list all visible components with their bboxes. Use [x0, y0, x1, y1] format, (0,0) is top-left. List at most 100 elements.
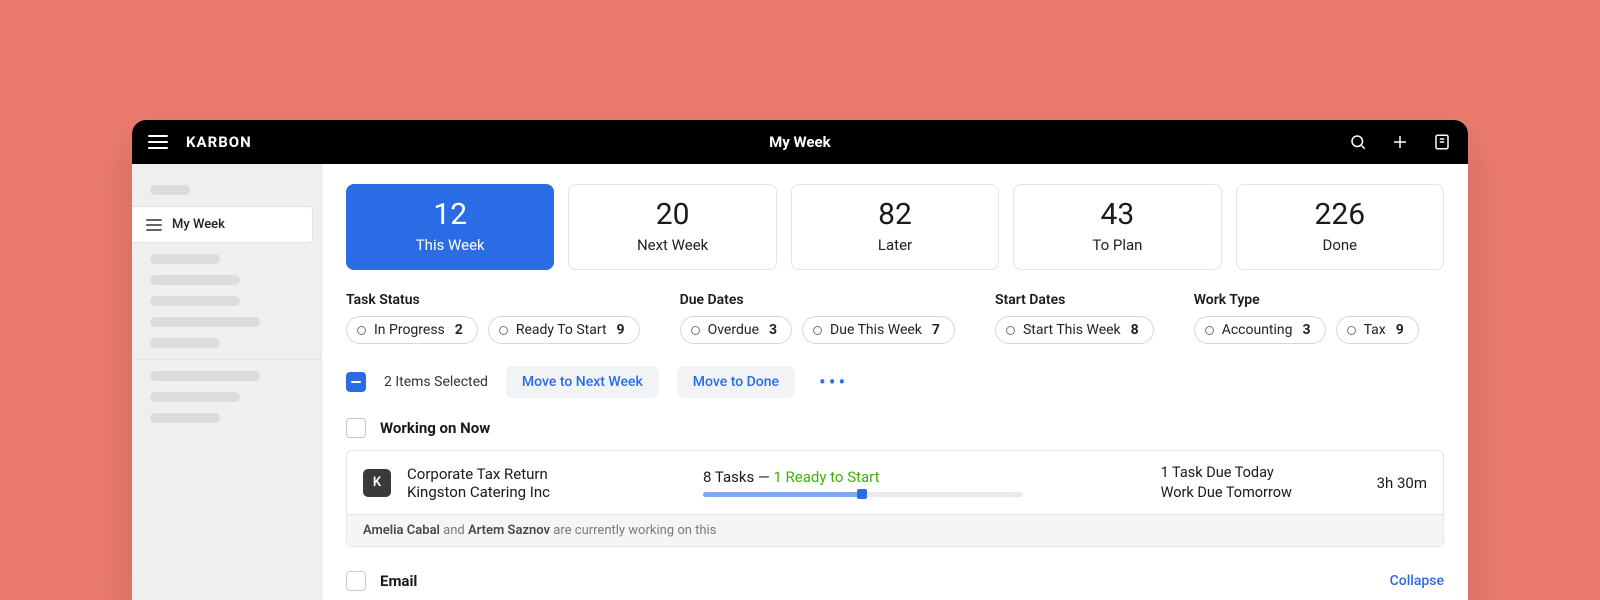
stat-row: 12 This Week 20 Next Week 82 Later 43 To…	[346, 184, 1444, 270]
filter-title: Due Dates	[680, 292, 955, 308]
move-to-done-button[interactable]: Move to Done	[677, 366, 795, 398]
chip-label: In Progress	[374, 322, 445, 338]
filter-title: Start Dates	[995, 292, 1154, 308]
list-icon	[146, 219, 162, 231]
work-item-collaborators: Amelia Cabal and Artem Saznov are curren…	[347, 514, 1443, 546]
stat-card-later[interactable]: 82 Later	[791, 184, 999, 270]
brand-logo: KARBON	[186, 133, 252, 151]
chip-label: Ready To Start	[516, 322, 607, 338]
collaborator-name: Artem Saznov	[468, 523, 550, 538]
work-item-card[interactable]: K Corporate Tax Return Kingston Catering…	[346, 450, 1444, 547]
section-checkbox[interactable]	[346, 418, 366, 438]
radio-icon	[499, 326, 508, 335]
sidebar-placeholder	[150, 338, 220, 348]
stat-count: 82	[878, 200, 912, 230]
and-text: and	[440, 523, 468, 538]
move-to-next-week-button[interactable]: Move to Next Week	[506, 366, 659, 398]
sidebar-divider	[132, 359, 321, 360]
chip-count: 9	[617, 322, 625, 338]
work-item-title-block: Corporate Tax Return Kingston Catering I…	[407, 465, 687, 501]
stat-label: Next Week	[637, 236, 708, 254]
stat-label: This Week	[416, 236, 485, 254]
sidebar-placeholder	[150, 254, 220, 264]
notes-icon[interactable]	[1432, 132, 1452, 152]
stat-card-done[interactable]: 226 Done	[1236, 184, 1444, 270]
ready-to-start-count: 1 Ready to Start	[773, 468, 879, 486]
page-title: My Week	[769, 133, 831, 151]
stat-card-to-plan[interactable]: 43 To Plan	[1013, 184, 1221, 270]
stat-label: Later	[878, 236, 912, 254]
stat-label: Done	[1323, 236, 1358, 254]
sidebar-item-label: My Week	[172, 217, 225, 232]
filter-chip-start-this-week[interactable]: Start This Week 8	[995, 316, 1154, 344]
filter-group-start-dates: Start Dates Start This Week 8	[995, 292, 1154, 344]
progress-handle[interactable]	[857, 489, 867, 499]
filter-chip-accounting[interactable]: Accounting 3	[1194, 316, 1326, 344]
filter-group-due-dates: Due Dates Overdue 3 Due This Week 7	[680, 292, 955, 344]
tasks-count: 8 Tasks	[703, 468, 754, 486]
section-title: Working on Now	[380, 419, 490, 437]
progress-bar[interactable]	[703, 492, 1023, 497]
filter-chip-ready-to-start[interactable]: Ready To Start 9	[488, 316, 640, 344]
collaborator-name: Amelia Cabal	[363, 523, 440, 538]
chip-count: 2	[455, 322, 463, 338]
radio-icon	[1205, 326, 1214, 335]
collaborator-suffix: are currently working on this	[550, 523, 716, 538]
sidebar-placeholder	[150, 371, 260, 381]
add-icon[interactable]	[1390, 132, 1410, 152]
topbar: KARBON My Week	[132, 120, 1468, 164]
due-line-1: 1 Task Due Today	[1161, 463, 1361, 483]
section-title: Email	[380, 572, 417, 590]
filter-chip-due-this-week[interactable]: Due This Week 7	[802, 316, 955, 344]
stat-card-this-week[interactable]: 12 This Week	[346, 184, 554, 270]
sidebar-placeholder	[150, 413, 220, 423]
progress-fill	[703, 492, 860, 497]
section-header-working-now: Working on Now	[346, 418, 1444, 438]
sidebar-placeholder	[150, 275, 240, 285]
section-checkbox[interactable]	[346, 571, 366, 591]
sidebar-item-my-week[interactable]: My Week	[132, 206, 313, 243]
work-item-time: 3h 30m	[1377, 474, 1427, 492]
stat-count: 12	[433, 200, 467, 230]
sidebar: My Week	[132, 164, 322, 600]
collapse-link[interactable]: Collapse	[1390, 573, 1444, 589]
bulk-action-bar: 2 Items Selected Move to Next Week Move …	[346, 366, 1444, 398]
menu-icon[interactable]	[148, 135, 168, 149]
chip-count: 8	[1131, 322, 1139, 338]
dash: —	[754, 468, 773, 486]
work-item-progress: 8 Tasks — 1 Ready to Start	[703, 468, 1145, 497]
filter-chip-in-progress[interactable]: In Progress 2	[346, 316, 478, 344]
chip-count: 9	[1396, 322, 1404, 338]
work-item-client: Kingston Catering Inc	[407, 483, 687, 501]
main-content: 12 This Week 20 Next Week 82 Later 43 To…	[322, 164, 1468, 600]
client-avatar: K	[363, 469, 391, 497]
sidebar-placeholder	[150, 392, 240, 402]
chip-label: Accounting	[1222, 322, 1293, 338]
filter-block: Task Status In Progress 2 Ready To Start…	[346, 292, 1444, 344]
sidebar-placeholder	[150, 296, 240, 306]
filter-title: Task Status	[346, 292, 640, 308]
filter-chip-tax[interactable]: Tax 9	[1336, 316, 1419, 344]
filter-title: Work Type	[1194, 292, 1419, 308]
more-actions-icon[interactable]: •••	[813, 368, 854, 396]
chip-count: 3	[769, 322, 777, 338]
radio-icon	[813, 326, 822, 335]
section-header-email: Email Collapse	[346, 571, 1444, 591]
stat-count: 43	[1101, 200, 1135, 230]
chip-count: 3	[1303, 322, 1311, 338]
indeterminate-checkbox[interactable]	[346, 372, 366, 392]
chip-label: Due This Week	[830, 322, 922, 338]
chip-label: Overdue	[708, 322, 759, 338]
stat-card-next-week[interactable]: 20 Next Week	[568, 184, 776, 270]
search-icon[interactable]	[1348, 132, 1368, 152]
work-item-name: Corporate Tax Return	[407, 465, 687, 483]
filter-group-task-status: Task Status In Progress 2 Ready To Start…	[346, 292, 640, 344]
due-line-2: Work Due Tomorrow	[1161, 483, 1361, 503]
filter-chip-overdue[interactable]: Overdue 3	[680, 316, 792, 344]
chip-count: 7	[932, 322, 940, 338]
chip-label: Start This Week	[1023, 322, 1121, 338]
stat-count: 20	[656, 200, 690, 230]
sidebar-placeholder	[150, 317, 260, 327]
radio-icon	[1006, 326, 1015, 335]
radio-icon	[357, 326, 366, 335]
